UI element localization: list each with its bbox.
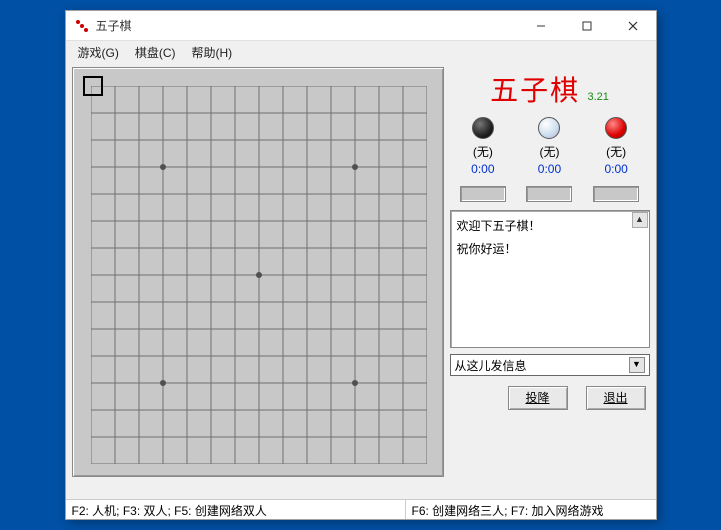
board-cursor	[83, 76, 103, 96]
game-title: 五子棋 3.21	[450, 67, 650, 115]
player-1-time: 0:00	[455, 162, 511, 176]
menu-help[interactable]: 帮助(H)	[184, 42, 241, 63]
timer-bar-3	[593, 186, 639, 202]
status-right: F6: 创建网络三人; F7: 加入网络游戏	[406, 500, 656, 519]
side-panel: 五子棋 3.21 (无) 0:00 (无) 0:00 (无) 0:00	[450, 67, 650, 497]
timer-bars	[450, 186, 650, 202]
button-row: 投降 退出	[450, 386, 650, 410]
chat-placeholder: 从这儿发信息	[455, 357, 527, 374]
timer-bar-1	[460, 186, 506, 202]
game-version: 3.21	[587, 91, 608, 103]
player-2-name: (无)	[521, 143, 577, 160]
maximize-button[interactable]	[564, 11, 610, 41]
scroll-up-icon[interactable]: ▲	[632, 212, 648, 228]
titlebar: 五子棋	[66, 11, 656, 41]
menubar: 游戏(G) 棋盘(C) 帮助(H)	[66, 41, 656, 63]
log-line: 欢迎下五子棋！	[457, 217, 643, 234]
menu-board[interactable]: 棋盘(C)	[127, 42, 184, 63]
menu-game[interactable]: 游戏(G)	[70, 42, 127, 63]
chat-row: 从这儿发信息 ▼	[450, 354, 650, 376]
close-button[interactable]	[610, 11, 656, 41]
timer-bar-2	[526, 186, 572, 202]
black-stone-icon	[472, 117, 494, 139]
minimize-button[interactable]	[518, 11, 564, 41]
client-area: 五子棋 3.21 (无) 0:00 (无) 0:00 (无) 0:00	[66, 63, 656, 499]
surrender-button[interactable]: 投降	[508, 386, 568, 410]
app-window: 五子棋 游戏(G) 棋盘(C) 帮助(H)	[65, 10, 657, 520]
game-title-text: 五子棋	[490, 76, 580, 107]
player-2: (无) 0:00	[521, 117, 577, 176]
white-stone-icon	[538, 117, 560, 139]
window-title: 五子棋	[96, 17, 132, 34]
players-row: (无) 0:00 (无) 0:00 (无) 0:00	[450, 115, 650, 180]
statusbar: F2: 人机; F3: 双人; F5: 创建网络双人 F6: 创建网络三人; F…	[66, 499, 656, 519]
chat-input[interactable]: 从这儿发信息 ▼	[450, 354, 650, 376]
player-3: (无) 0:00	[588, 117, 644, 176]
player-1: (无) 0:00	[455, 117, 511, 176]
player-3-time: 0:00	[588, 162, 644, 176]
red-stone-icon	[605, 117, 627, 139]
exit-button[interactable]: 退出	[586, 386, 646, 410]
player-3-name: (无)	[588, 143, 644, 160]
message-log[interactable]: 欢迎下五子棋！ 祝你好运！ ▲	[450, 210, 650, 348]
game-board[interactable]	[72, 67, 444, 477]
app-icon	[74, 18, 90, 34]
status-left: F2: 人机; F3: 双人; F5: 创建网络双人	[66, 500, 406, 519]
player-1-name: (无)	[455, 143, 511, 160]
player-2-time: 0:00	[521, 162, 577, 176]
chevron-down-icon[interactable]: ▼	[629, 357, 645, 373]
log-line: 祝你好运！	[457, 240, 643, 257]
